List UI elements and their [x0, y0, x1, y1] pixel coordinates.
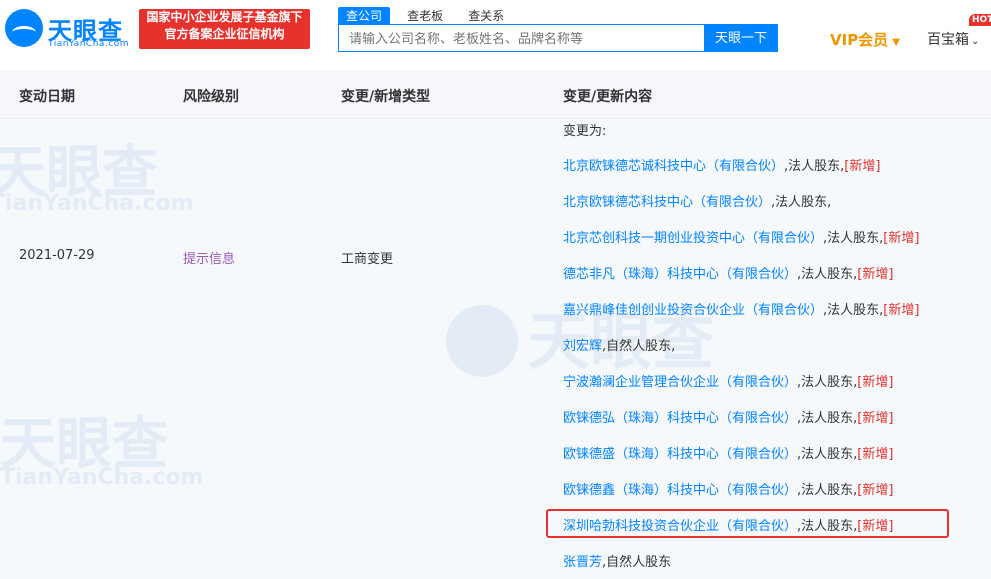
- tianyancha-logo[interactable]: 天眼查 TianYanCha.com: [5, 9, 133, 53]
- company-link[interactable]: 欧铼德弘（珠海）科技中心（有限合伙）: [563, 411, 797, 426]
- new-tag: [新增]: [883, 231, 920, 246]
- shareholder-role: ,法人股东,: [797, 483, 858, 498]
- watermark-eye-icon: [446, 305, 518, 377]
- new-tag: [新增]: [857, 267, 894, 282]
- list-item: 欧铼德盛（珠海）科技中心（有限合伙）,法人股东,[新增]: [563, 443, 893, 462]
- vip-menu[interactable]: VIP会员 ▼: [830, 29, 900, 50]
- list-item: 北京欧铼德芯科技中心（有限合伙）,法人股东,: [563, 191, 831, 210]
- new-tag: [新增]: [857, 375, 894, 390]
- list-item: 宁波瀚澜企业管理合伙企业（有限合伙）,法人股东,[新增]: [563, 371, 893, 390]
- company-link[interactable]: 北京芯创科技一期创业投资中心（有限合伙）: [563, 231, 823, 246]
- treasure-box-menu[interactable]: 百宝箱 ⌄: [927, 29, 979, 49]
- shareholder-role: ,自然人股东: [602, 555, 672, 570]
- list-item: 北京芯创科技一期创业投资中心（有限合伙）,法人股东,[新增]: [563, 227, 919, 246]
- search-tabs: 查公司 查老板 查关系: [338, 5, 516, 25]
- watermark-domain: TianYanCha.com: [0, 191, 194, 216]
- badge-line-1: 国家中小企业发展子基金旗下: [146, 10, 303, 24]
- company-link[interactable]: 欧铼德鑫（珠海）科技中心（有限合伙）: [563, 483, 797, 498]
- col-content-header: 变更/更新内容: [563, 89, 653, 105]
- company-link[interactable]: 欧铼德盛（珠海）科技中心（有限合伙）: [563, 447, 797, 462]
- new-tag: [新增]: [844, 159, 881, 174]
- treasure-box-label: 百宝箱: [927, 32, 969, 48]
- new-tag: [新增]: [883, 303, 920, 318]
- risk-level[interactable]: 提示信息: [183, 248, 235, 267]
- list-item: 张晋芳,自然人股东: [563, 551, 671, 570]
- shareholder-role: ,法人股东,: [797, 267, 858, 282]
- top-header: 天眼查 TianYanCha.com 国家中小企业发展子基金旗下 官方备案企业征…: [0, 0, 991, 71]
- search-box: [338, 24, 704, 52]
- change-prefix: 变更为:: [563, 124, 607, 139]
- search-input[interactable]: [347, 26, 701, 52]
- highlight-box: [546, 509, 949, 538]
- official-badge: 国家中小企业发展子基金旗下 官方备案企业征信机构: [139, 9, 310, 49]
- shareholder-role: ,自然人股东,: [602, 339, 676, 354]
- badge-line-2: 官方备案企业征信机构: [164, 27, 285, 41]
- new-tag: [新增]: [857, 411, 894, 426]
- list-item: 刘宏辉,自然人股东,: [563, 335, 675, 354]
- watermark-logo: 天眼查: [0, 412, 168, 477]
- company-link[interactable]: 宁波瀚澜企业管理合伙企业（有限合伙）: [563, 375, 797, 390]
- col-date-header: 变动日期: [19, 89, 75, 105]
- change-date: 2021-07-29: [19, 248, 95, 263]
- list-item: 欧铼德弘（珠海）科技中心（有限合伙）,法人股东,[新增]: [563, 407, 893, 426]
- tab-boss[interactable]: 查老板: [399, 7, 451, 25]
- shareholder-role: ,法人股东,: [771, 195, 832, 210]
- tab-relation[interactable]: 查关系: [460, 7, 512, 25]
- company-link[interactable]: 德芯非凡（珠海）科技中心（有限合伙）: [563, 267, 797, 282]
- company-link[interactable]: 北京欧铼德芯科技中心（有限合伙）: [563, 195, 771, 210]
- tab-company[interactable]: 查公司: [338, 7, 391, 25]
- list-item: 德芯非凡（珠海）科技中心（有限合伙）,法人股东,[新增]: [563, 263, 893, 282]
- shareholder-role: ,法人股东,: [784, 159, 845, 174]
- hot-badge: HOT: [969, 14, 991, 26]
- list-item: 嘉兴鼎峰佳创创业投资合伙企业（有限合伙）,法人股东,[新增]: [563, 299, 919, 318]
- col-risk-header: 风险级别: [183, 89, 239, 105]
- watermark-logo: 天眼查: [0, 140, 158, 205]
- col-type-header: 变更/新增类型: [341, 89, 431, 105]
- shareholder-role: ,法人股东,: [823, 303, 884, 318]
- shareholder-role: ,法人股东,: [823, 231, 884, 246]
- new-tag: [新增]: [857, 447, 894, 462]
- table-header: 变动日期 风险级别 变更/新增类型 变更/更新内容: [0, 70, 991, 119]
- caret-down-icon: ▼: [892, 37, 900, 48]
- change-type: 工商变更: [341, 252, 394, 267]
- company-link[interactable]: 北京欧铼德芯诚科技中心（有限合伙）: [563, 159, 784, 174]
- logo-eye-icon: [5, 9, 43, 47]
- watermark-domain: TianYanCha.com: [0, 465, 204, 490]
- search-button[interactable]: 天眼一下: [704, 24, 778, 52]
- list-item: 北京欧铼德芯诚科技中心（有限合伙）,法人股东,[新增]: [563, 155, 880, 174]
- person-link[interactable]: 张晋芳: [563, 555, 602, 570]
- company-link[interactable]: 嘉兴鼎峰佳创创业投资合伙企业（有限合伙）: [563, 303, 823, 318]
- list-item: 欧铼德鑫（珠海）科技中心（有限合伙）,法人股东,[新增]: [563, 479, 893, 498]
- vip-label: VIP会员: [830, 31, 889, 49]
- shareholder-role: ,法人股东,: [797, 411, 858, 426]
- logo-domain: TianYanCha.com: [48, 39, 130, 49]
- person-link[interactable]: 刘宏辉: [563, 339, 602, 354]
- chevron-down-icon: ⌄: [971, 36, 980, 47]
- table-row: 天眼查 TianYanCha.com 天眼查 天眼查 TianYanCha.co…: [0, 119, 991, 579]
- shareholder-role: ,法人股东,: [797, 447, 858, 462]
- new-tag: [新增]: [857, 483, 894, 498]
- shareholder-role: ,法人股东,: [797, 375, 858, 390]
